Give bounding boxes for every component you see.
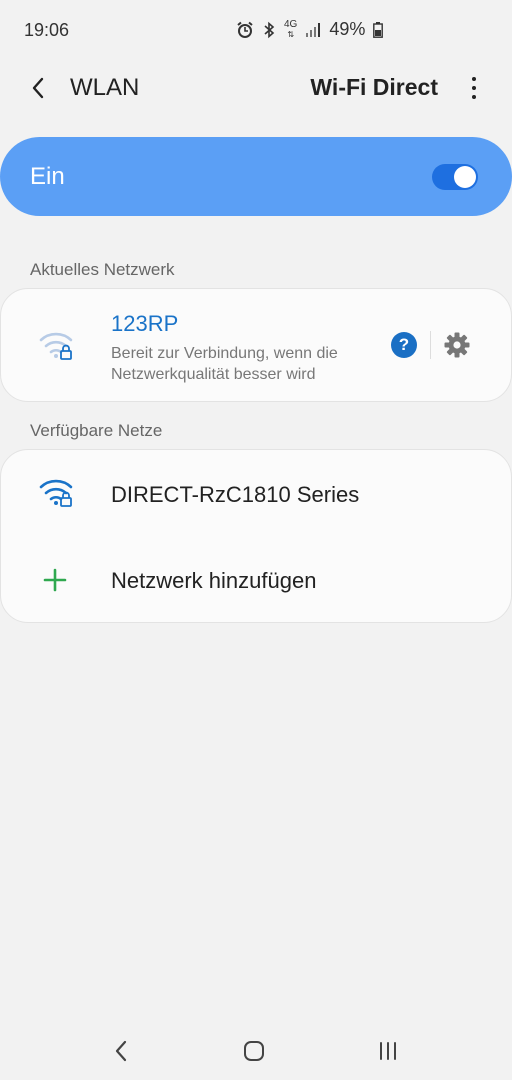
nav-home-button[interactable] (239, 1036, 269, 1066)
gear-icon[interactable] (443, 331, 471, 359)
more-dot-icon (472, 86, 476, 90)
bluetooth-icon (264, 21, 275, 38)
chevron-left-icon (32, 77, 44, 99)
more-dot-icon (472, 95, 476, 99)
more-dot-icon (472, 77, 476, 81)
add-network-button[interactable]: Netzwerk hinzufügen (1, 536, 511, 622)
current-network-row[interactable]: 123RP Bereit zur Verbindung, wenn die Ne… (1, 289, 381, 401)
wifi-lock-icon (39, 479, 73, 507)
section-header-available: Verfügbare Netze (30, 421, 163, 440)
toggle-knob (454, 166, 476, 188)
divider (430, 331, 431, 359)
help-button[interactable]: ? (391, 332, 417, 358)
nav-recents-icon (380, 1042, 396, 1060)
wifi-direct-button[interactable]: Wi-Fi Direct (310, 74, 438, 101)
signal-icon (306, 22, 321, 37)
wifi-lock-icon (39, 332, 73, 360)
nav-back-button[interactable] (106, 1036, 136, 1066)
network-list-item[interactable]: DIRECT-RzC1810 Series (1, 450, 511, 536)
status-bar: 19:06 4G ⇅ 49% (0, 0, 512, 64)
wlan-master-toggle[interactable]: Ein (0, 137, 512, 216)
4g-data-icon: 4G ⇅ (284, 18, 298, 39)
app-bar: WLAN Wi-Fi Direct (0, 64, 512, 112)
more-options-button[interactable] (462, 74, 486, 102)
status-time: 19:06 (24, 20, 70, 40)
network-type: 4G (284, 18, 298, 30)
page-title: WLAN (70, 74, 140, 101)
nav-back-icon (115, 1040, 127, 1062)
toggle-label: Ein (30, 163, 65, 190)
network-name: DIRECT-RzC1810 Series (111, 482, 360, 507)
nav-recents-button[interactable] (373, 1036, 403, 1066)
current-network-status: Bereit zur Verbindung, wenn die Netzwerk… (111, 345, 338, 383)
battery-percent: 49% (329, 19, 366, 39)
status-icons: 4G ⇅ 49% (236, 18, 384, 40)
current-network-card: 123RP Bereit zur Verbindung, wenn die Ne… (0, 288, 512, 402)
nav-home-icon (244, 1041, 264, 1061)
current-network-name: 123RP (111, 311, 179, 336)
plus-icon (43, 568, 67, 592)
back-button[interactable] (22, 72, 54, 104)
section-header-current: Aktuelles Netzwerk (30, 260, 175, 279)
available-networks-card: DIRECT-RzC1810 Series Netzwerk hinzufüge… (0, 449, 512, 623)
alarm-icon (237, 21, 253, 38)
battery-icon (373, 21, 384, 38)
toggle-switch[interactable] (432, 164, 478, 190)
add-network-label: Netzwerk hinzufügen (111, 568, 317, 593)
navigation-bar (0, 1020, 512, 1080)
